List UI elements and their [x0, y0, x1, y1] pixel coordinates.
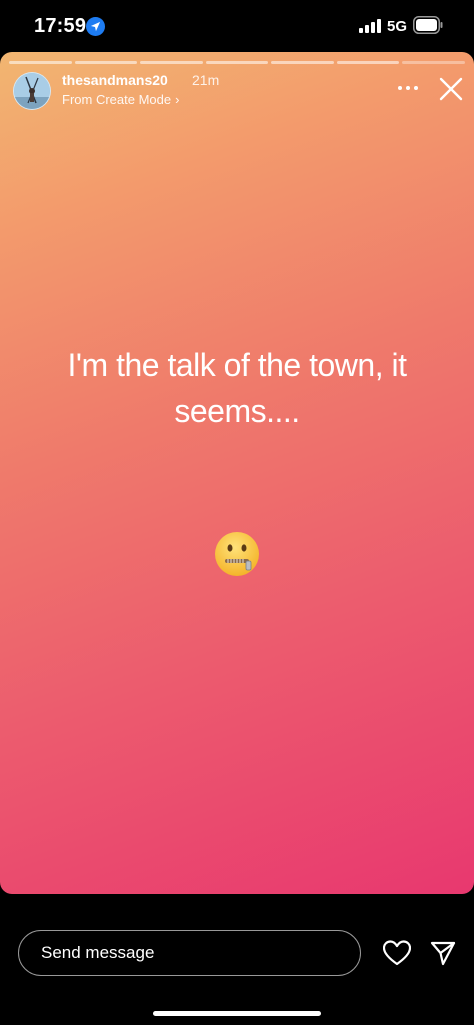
location-arrow-icon [86, 17, 105, 36]
status-bar: 17:59 5G [0, 0, 474, 52]
story-age: 21m [192, 72, 220, 88]
send-icon[interactable] [430, 940, 456, 966]
network-label: 5G [387, 18, 408, 35]
send-message-input[interactable]: Send message [18, 930, 361, 976]
heart-icon[interactable] [383, 940, 411, 966]
progress-segment [271, 61, 334, 64]
progress-segment [9, 61, 72, 64]
progress-segment [205, 61, 269, 64]
create-mode-link[interactable]: From Create Mode › [62, 92, 179, 107]
create-mode-label: From Create Mode [62, 92, 172, 107]
story-card[interactable]: thesandmans20 21m From Create Mode › I'm … [0, 52, 474, 894]
home-indicator[interactable] [153, 1011, 321, 1016]
send-message-placeholder: Send message [41, 943, 155, 962]
chevron-right-icon: › [175, 92, 180, 107]
status-time: 17:59 [34, 15, 87, 37]
zipper-mouth-face-emoji [215, 532, 259, 576]
story-progress-bar [9, 61, 466, 64]
progress-segment [140, 61, 203, 64]
progress-segment [402, 61, 466, 64]
cellular-signal-icon [359, 19, 381, 33]
story-text: I'm the talk of the town, it seems.... [67, 347, 407, 429]
more-options-icon[interactable] [396, 80, 420, 96]
battery-icon [413, 16, 443, 34]
progress-segment [74, 61, 138, 64]
progress-segment [336, 61, 400, 64]
close-icon[interactable] [438, 76, 464, 102]
story-username[interactable]: thesandmans20 [62, 72, 168, 88]
avatar[interactable] [13, 72, 51, 110]
